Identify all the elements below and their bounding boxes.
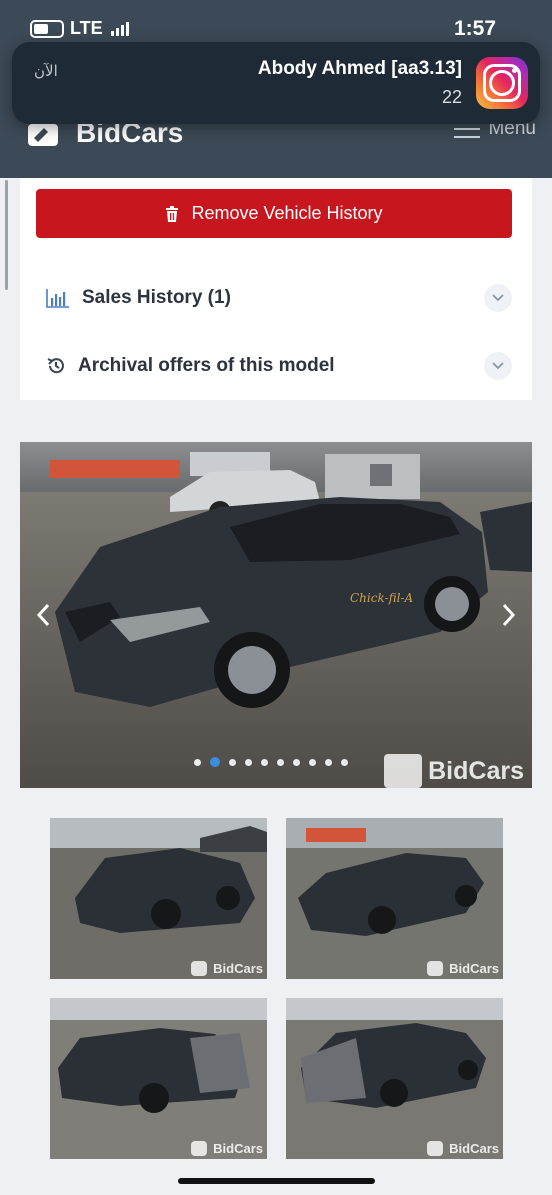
carousel-dot[interactable] <box>309 758 316 766</box>
carousel-dot-active[interactable] <box>210 757 220 767</box>
photo-thumbnail[interactable]: BidCars <box>50 818 267 979</box>
carousel-dot[interactable] <box>245 758 252 766</box>
battery-icon <box>30 19 64 38</box>
bidcars-logo-icon <box>191 1141 208 1156</box>
trash-icon <box>166 205 179 222</box>
carousel-dot[interactable] <box>194 758 201 766</box>
car-photo: Chick-fil-A <box>20 442 532 788</box>
clock: 1:57 <box>453 17 496 40</box>
accordion-archival-offers[interactable]: Archival offers of this model <box>46 346 512 386</box>
accordion-sales-history[interactable]: Sales History (1) <box>46 278 512 318</box>
chevron-down-icon[interactable] <box>484 352 512 380</box>
carousel-dot[interactable] <box>293 758 300 766</box>
notification-banner[interactable]: الآن Abody Ahmed [aa3.13] 22 <box>12 42 540 124</box>
accordion-label: Archival offers of this model <box>78 355 335 376</box>
vehicle-photo-carousel[interactable]: Chick-fil-A BidCars <box>20 442 532 788</box>
carousel-dot[interactable] <box>341 758 348 766</box>
instagram-icon <box>476 57 528 109</box>
carousel-dot[interactable] <box>229 758 236 766</box>
signal-icon <box>110 21 129 36</box>
bidcars-logo-icon <box>191 961 208 976</box>
car-photo <box>286 818 503 979</box>
carousel-dot[interactable] <box>261 758 268 766</box>
chevron-left-icon[interactable] <box>34 600 54 630</box>
carousel-dot[interactable] <box>325 758 332 766</box>
notification-time: الآن <box>34 63 58 80</box>
thumbnail-watermark: BidCars <box>191 1141 263 1156</box>
bar-chart-icon <box>46 289 69 308</box>
notification-count: 22 <box>441 87 462 107</box>
accordion-label: Sales History (1) <box>82 287 231 308</box>
car-photo <box>50 998 267 1159</box>
notification-title: Abody Ahmed [aa3.13] <box>257 58 462 79</box>
remove-vehicle-history-label: Remove Vehicle History <box>191 203 383 223</box>
carousel-dot[interactable] <box>277 758 284 766</box>
svg-text:Chick-fil-A: Chick-fil-A <box>350 591 413 605</box>
bidcars-logo-icon <box>427 961 444 976</box>
car-photo <box>50 818 267 979</box>
scrollbar[interactable] <box>5 180 8 290</box>
home-indicator[interactable] <box>178 1178 375 1184</box>
bidcars-logo-icon <box>427 1141 444 1156</box>
chevron-right-icon[interactable] <box>498 600 518 630</box>
car-photo <box>286 998 503 1159</box>
network-label: LTE <box>70 18 103 38</box>
thumbnail-watermark: BidCars <box>191 961 263 976</box>
history-icon <box>47 358 64 374</box>
photo-thumbnail[interactable]: BidCars <box>286 818 503 979</box>
chevron-down-icon[interactable] <box>484 284 512 312</box>
vehicle-history-card: Remove Vehicle History Sales History (1)… <box>20 178 532 400</box>
carousel-indicators <box>194 757 348 767</box>
photo-watermark: BidCars <box>384 754 524 788</box>
thumbnail-watermark: BidCars <box>427 961 499 976</box>
photo-thumbnail[interactable]: BidCars <box>50 998 267 1159</box>
bidcars-logo-icon <box>384 754 423 788</box>
photo-thumbnail[interactable]: BidCars <box>286 998 503 1159</box>
thumbnail-watermark: BidCars <box>427 1141 499 1156</box>
remove-vehicle-history-button[interactable]: Remove Vehicle History <box>36 189 512 238</box>
